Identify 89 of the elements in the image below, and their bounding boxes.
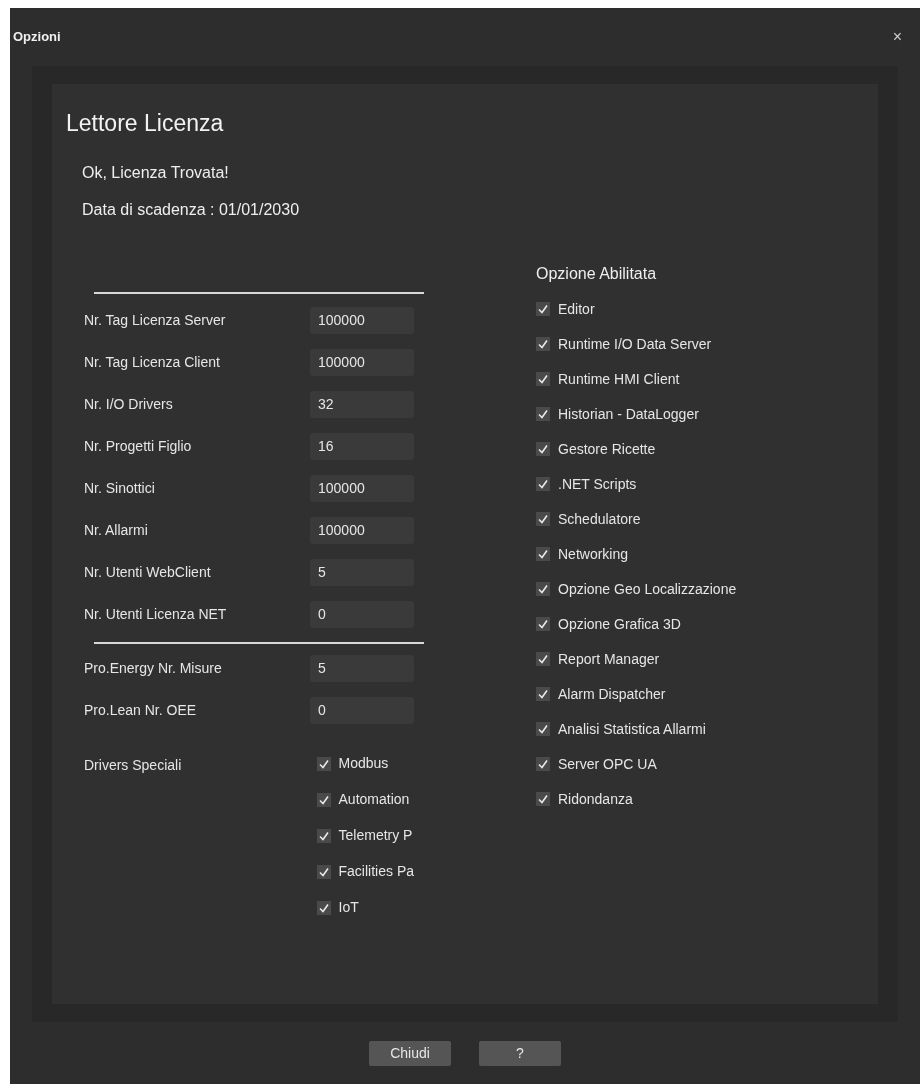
- checkbox-label: Report Manager: [558, 649, 660, 669]
- section-heading: Lettore Licenza: [66, 109, 225, 138]
- checkbox[interactable]: [536, 792, 550, 806]
- checkmark-icon: [538, 794, 548, 804]
- checkmark-icon: [538, 304, 548, 314]
- checkbox-label: Telemetry P: [338, 826, 413, 845]
- checkbox[interactable]: [316, 792, 331, 807]
- checkmark-icon: [538, 374, 548, 384]
- checkmark-icon: [318, 866, 329, 877]
- field-label: Pro.Energy Nr. Misure: [84, 659, 223, 678]
- group-label: Drivers Speciali: [84, 755, 183, 775]
- input-field[interactable]: 100000: [310, 307, 414, 334]
- field-label: Nr. Utenti WebClient: [84, 563, 212, 582]
- status-text: Ok, Licenza Trovata!: [82, 162, 230, 183]
- checkmark-icon: [538, 514, 548, 524]
- checkmark-icon: [538, 339, 548, 349]
- checkbox[interactable]: [536, 512, 550, 526]
- input-field[interactable]: 0: [310, 697, 414, 724]
- checkbox-label: Runtime HMI Client: [558, 369, 680, 389]
- checkbox-label: Automation: [338, 790, 410, 809]
- checkmark-icon: [318, 758, 329, 769]
- checkbox-label: Opzione Grafica 3D: [558, 614, 681, 634]
- checkbox[interactable]: [536, 337, 550, 351]
- checkmark-icon: [538, 619, 548, 629]
- checkbox-label: Server OPC UA: [558, 754, 657, 774]
- checkbox-label: Historian - DataLogger: [558, 404, 699, 424]
- checkbox-label: Editor: [558, 299, 595, 319]
- checkmark-icon: [318, 830, 329, 841]
- checkmark-icon: [538, 409, 548, 419]
- checkmark-icon: [538, 654, 548, 664]
- input-field[interactable]: 16: [310, 433, 414, 460]
- checkbox-label: Gestore Ricette: [558, 439, 656, 459]
- field-label: Nr. Tag Licenza Server: [84, 311, 227, 330]
- field-label: Nr. Tag Licenza Client: [84, 353, 221, 372]
- checkbox-label: Analisi Statistica Allarmi: [558, 719, 706, 739]
- field-label: Nr. Utenti Licenza NET: [84, 605, 228, 624]
- checkmark-icon: [538, 724, 548, 734]
- field-label: Nr. Sinottici: [84, 479, 156, 498]
- checkmark-icon: [538, 549, 548, 559]
- checkbox-label: .NET Scripts: [558, 474, 637, 494]
- close-dialog-button[interactable]: Chiudi: [369, 1040, 451, 1066]
- checkbox[interactable]: [536, 582, 550, 596]
- checkbox-label: Ridondanza: [558, 789, 633, 809]
- checkbox-label: Modbus: [338, 754, 389, 773]
- checkmark-icon: [538, 689, 548, 699]
- checkbox-label: IoT: [338, 898, 359, 917]
- input-field[interactable]: 0: [310, 601, 414, 628]
- checkbox[interactable]: [536, 722, 550, 736]
- checkbox[interactable]: [536, 547, 550, 561]
- help-button[interactable]: ?: [479, 1040, 561, 1066]
- window-title: Opzioni: [13, 28, 61, 47]
- checkbox[interactable]: [536, 372, 550, 386]
- field-label: Nr. Allarmi: [84, 521, 149, 540]
- checkbox[interactable]: [316, 864, 331, 879]
- input-field[interactable]: 5: [310, 655, 414, 682]
- field-label: Nr. Progetti Figlio: [84, 437, 193, 456]
- checkbox-label: Opzione Geo Localizzazione: [558, 579, 737, 599]
- checkmark-icon: [538, 584, 548, 594]
- checkbox-label: Networking: [558, 544, 629, 564]
- checkbox[interactable]: [536, 617, 550, 631]
- input-field[interactable]: 100000: [310, 475, 414, 502]
- checkbox[interactable]: [536, 442, 550, 456]
- checkbox[interactable]: [536, 652, 550, 666]
- checkbox-label: Runtime I/O Data Server: [558, 334, 712, 354]
- checkbox[interactable]: [316, 756, 331, 771]
- checkbox[interactable]: [536, 687, 550, 701]
- checkmark-icon: [538, 759, 548, 769]
- checkmark-icon: [538, 444, 548, 454]
- checkbox[interactable]: [536, 302, 550, 316]
- checkbox[interactable]: [536, 757, 550, 771]
- input-field[interactable]: 32: [310, 391, 414, 418]
- field-label: Nr. I/O Drivers: [84, 395, 174, 414]
- checkbox-label: Alarm Dispatcher: [558, 684, 666, 704]
- expiry-text: Data di scadenza : 01/01/2030: [82, 199, 301, 220]
- checkbox[interactable]: [536, 477, 550, 491]
- checkmark-icon: [538, 479, 548, 489]
- input-field[interactable]: 100000: [310, 349, 414, 376]
- input-field[interactable]: 100000: [310, 517, 414, 544]
- checkbox[interactable]: [536, 407, 550, 421]
- input-field[interactable]: 5: [310, 559, 414, 586]
- checkmark-icon: [318, 794, 329, 805]
- checkbox[interactable]: [316, 900, 331, 915]
- checkbox-label: Facilities Pa: [338, 862, 414, 881]
- close-button[interactable]: ×: [892, 25, 902, 49]
- checkbox-label: Schedulatore: [558, 509, 641, 529]
- checkmark-icon: [318, 902, 329, 913]
- field-label: Pro.Lean Nr. OEE: [84, 701, 198, 720]
- checkbox[interactable]: [316, 828, 331, 843]
- options-heading: Opzione Abilitata: [536, 263, 658, 284]
